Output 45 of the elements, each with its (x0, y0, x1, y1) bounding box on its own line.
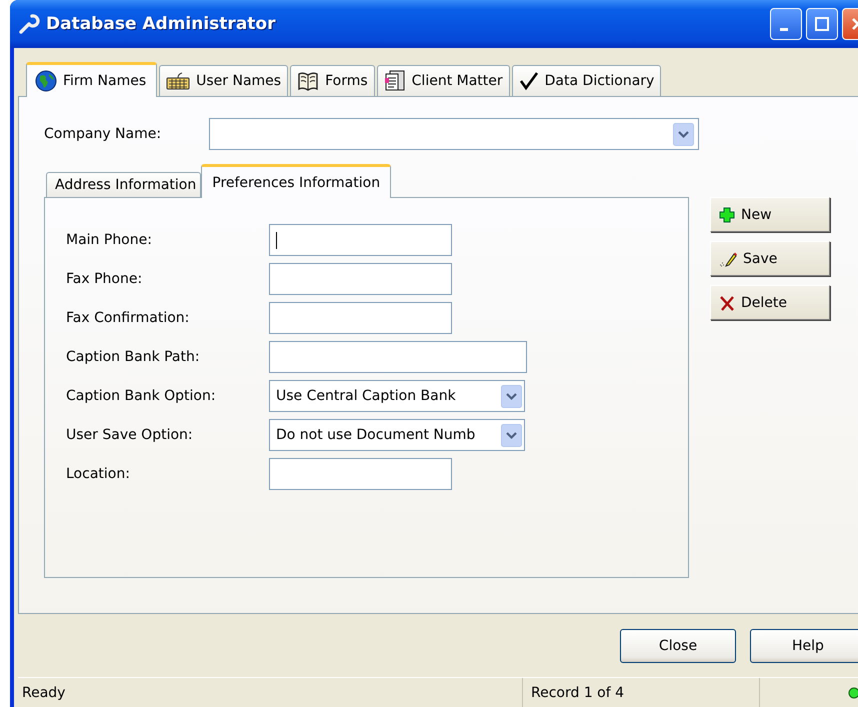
record-counter: Record 1 of 4 (522, 678, 759, 707)
wrench-icon (18, 13, 40, 35)
minimize-button[interactable] (770, 8, 802, 40)
field-label: Fax Confirmation: (66, 310, 190, 326)
input-field[interactable] (269, 302, 452, 334)
status-message: Ready (21, 684, 66, 700)
globe-icon (35, 70, 57, 92)
tab[interactable]: User Names (159, 65, 288, 96)
minimize-icon (780, 28, 788, 30)
maximize-button[interactable] (806, 8, 838, 40)
dropdown-field[interactable]: Do not use Document Numb (269, 419, 525, 451)
company-name-label: Company Name: (44, 126, 162, 142)
field-label: Caption Bank Path: (66, 349, 201, 365)
input-field[interactable] (269, 263, 452, 295)
field-label: Caption Bank Option: (66, 388, 217, 404)
field-label: User Save Option: (66, 427, 194, 443)
field-label: Main Phone: (66, 232, 153, 248)
delete-icon (719, 294, 735, 310)
pencil-icon (719, 250, 737, 266)
input-field[interactable] (269, 458, 452, 490)
maximize-icon (815, 17, 829, 31)
tab[interactable]: Preferences Information (201, 164, 392, 198)
company-name-dropdown[interactable] (209, 118, 699, 150)
dropdown-field[interactable]: Use Central Caption Bank (269, 380, 525, 412)
checkmark-icon (518, 71, 539, 91)
field-label: Location: (66, 466, 131, 482)
plus-icon (719, 206, 735, 222)
input-field[interactable] (269, 341, 527, 373)
dialog-button[interactable]: Close (620, 629, 736, 663)
tab[interactable]: Forms (290, 65, 375, 96)
action-button[interactable]: New (710, 197, 830, 232)
keyboard-icon (166, 72, 190, 90)
action-button[interactable]: Save (710, 241, 830, 276)
book-icon (297, 71, 320, 91)
field-label: Fax Phone: (66, 271, 144, 287)
status-light-icon (848, 686, 858, 698)
dialog-button[interactable]: Help (750, 629, 858, 663)
action-button[interactable]: Delete (710, 285, 830, 320)
input-field[interactable] (269, 224, 452, 256)
tab[interactable]: Data Dictionary (512, 65, 662, 96)
tab[interactable]: Client Matter (376, 65, 510, 96)
document-icon (384, 70, 406, 92)
tab[interactable]: Firm Names (26, 62, 158, 97)
window-title: Database Administrator (46, 14, 276, 34)
tab[interactable]: Address Information (46, 172, 202, 197)
